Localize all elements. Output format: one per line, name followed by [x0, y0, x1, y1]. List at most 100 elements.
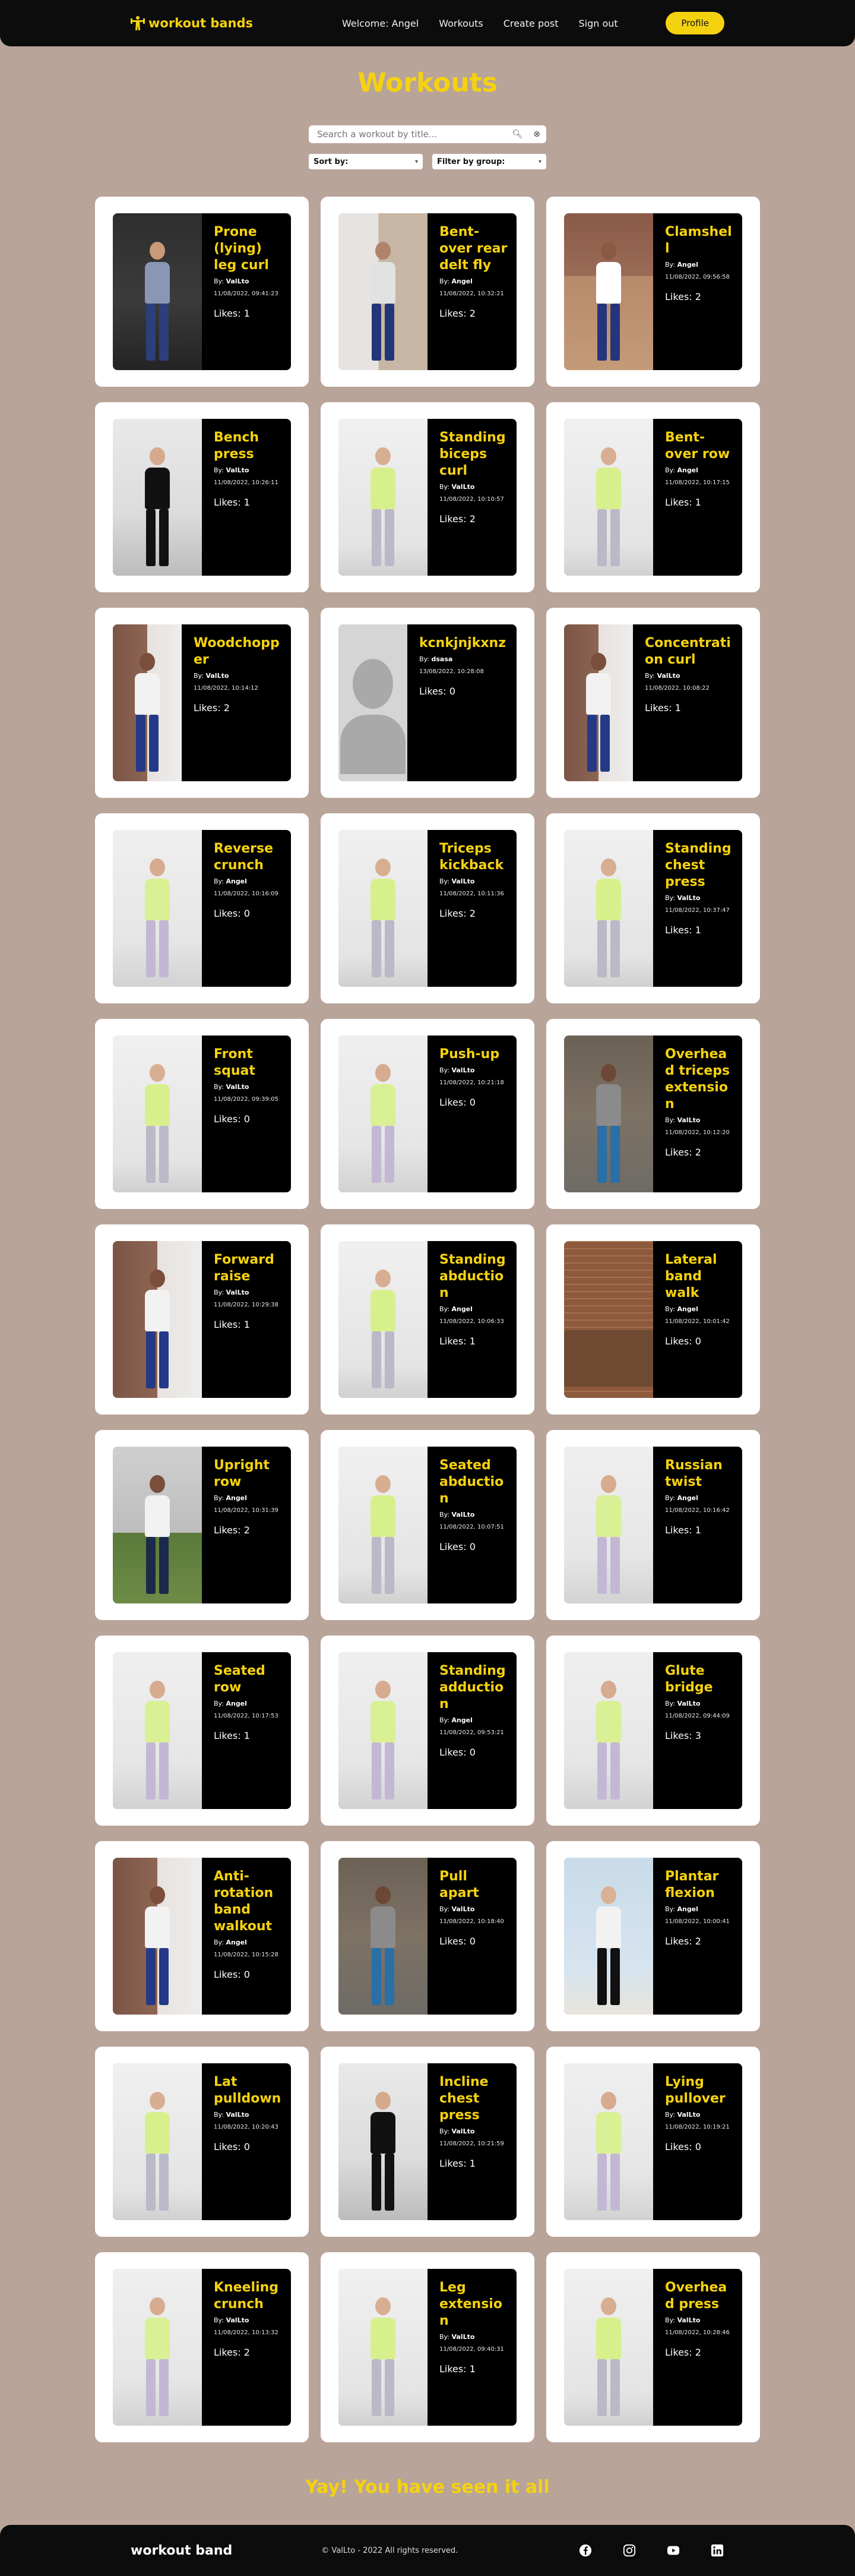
- author-name[interactable]: Angel: [677, 261, 698, 269]
- workout-title[interactable]: Leg extension: [439, 2280, 508, 2329]
- workout-card[interactable]: Concentration curl By: ValLto 11/08/2022…: [546, 608, 760, 798]
- author-name[interactable]: Angel: [226, 1939, 246, 1946]
- author-name[interactable]: Angel: [451, 1716, 472, 1724]
- workout-title[interactable]: Upright row: [214, 1457, 283, 1491]
- workout-title[interactable]: Forward raise: [214, 1252, 283, 1285]
- author-name[interactable]: Angel: [677, 1305, 698, 1313]
- youtube-icon[interactable]: [666, 2543, 680, 2558]
- workout-card[interactable]: Reverse crunch By: Angel 11/08/2022, 10:…: [95, 813, 309, 1003]
- workout-title[interactable]: Prone (lying) leg curl: [214, 224, 283, 274]
- author-name[interactable]: ValLto: [226, 2111, 249, 2119]
- workout-title[interactable]: Overhead press: [665, 2280, 734, 2313]
- workout-card[interactable]: Triceps kickback By: ValLto 11/08/2022, …: [321, 813, 534, 1003]
- author-name[interactable]: ValLto: [451, 877, 474, 885]
- workout-title[interactable]: Lateral band walk: [665, 1252, 734, 1302]
- workout-title[interactable]: Glute bridge: [665, 1663, 734, 1696]
- nav-workouts[interactable]: Workouts: [439, 18, 483, 29]
- nav-sign-out[interactable]: Sign out: [579, 18, 618, 29]
- profile-button[interactable]: Profile: [666, 12, 724, 34]
- workout-title[interactable]: Anti-rotation band walkout: [214, 1868, 283, 1935]
- author-name[interactable]: ValLto: [226, 277, 249, 285]
- workout-title[interactable]: Bent-over rear delt fly: [439, 224, 508, 274]
- clear-icon[interactable]: ⊗: [533, 130, 540, 139]
- author-name[interactable]: ValLto: [677, 1116, 700, 1124]
- workout-title[interactable]: Standing chest press: [665, 841, 734, 891]
- search-input[interactable]: [317, 129, 502, 140]
- author-name[interactable]: ValLto: [226, 1289, 249, 1296]
- author-name[interactable]: dsasa: [431, 655, 452, 663]
- workout-title[interactable]: Push-up: [439, 1046, 508, 1063]
- facebook-icon[interactable]: [578, 2543, 593, 2558]
- workout-card[interactable]: Russian twist By: Angel 11/08/2022, 10:1…: [546, 1430, 760, 1620]
- workout-card[interactable]: Plantar flexion By: Angel 11/08/2022, 10…: [546, 1841, 760, 2031]
- workout-title[interactable]: Standing abduction: [439, 1252, 508, 1302]
- group-filter-select[interactable]: Filter by group: ▾: [432, 154, 546, 169]
- workout-title[interactable]: Lat pulldown: [214, 2074, 283, 2107]
- workout-title[interactable]: Overhead triceps extension: [665, 1046, 734, 1113]
- workout-title[interactable]: Russian twist: [665, 1457, 734, 1491]
- author-name[interactable]: ValLto: [451, 1066, 474, 1074]
- author-name[interactable]: ValLto: [677, 2111, 700, 2119]
- author-name[interactable]: ValLto: [205, 672, 229, 680]
- workout-card[interactable]: Lying pullover By: ValLto 11/08/2022, 10…: [546, 2047, 760, 2237]
- workout-card[interactable]: Push-up By: ValLto 11/08/2022, 10:21:18 …: [321, 1019, 534, 1209]
- workout-title[interactable]: Clamshell: [665, 224, 734, 257]
- workout-title[interactable]: Triceps kickback: [439, 841, 508, 874]
- workout-title[interactable]: Bench press: [214, 430, 283, 463]
- author-name[interactable]: Angel: [677, 1494, 698, 1502]
- workout-card[interactable]: kcnkjnjkxnz By: dsasa 13/08/2022, 10:28:…: [321, 608, 534, 798]
- workout-card[interactable]: Glute bridge By: ValLto 11/08/2022, 09:4…: [546, 1636, 760, 1826]
- author-name[interactable]: ValLto: [657, 672, 680, 680]
- author-name[interactable]: ValLto: [451, 2127, 474, 2135]
- workout-card[interactable]: Lateral band walk By: Angel 11/08/2022, …: [546, 1224, 760, 1415]
- author-name[interactable]: Angel: [677, 466, 698, 474]
- author-name[interactable]: ValLto: [451, 1905, 474, 1913]
- author-name[interactable]: Angel: [226, 1700, 246, 1707]
- workout-title[interactable]: Seated abduction: [439, 1457, 508, 1507]
- workout-title[interactable]: Standing adduction: [439, 1663, 508, 1713]
- author-name[interactable]: ValLto: [226, 2316, 249, 2324]
- workout-title[interactable]: Seated row: [214, 1663, 283, 1696]
- workout-title[interactable]: Plantar flexion: [665, 1868, 734, 1902]
- nav-create-post[interactable]: Create post: [504, 18, 559, 29]
- workout-card[interactable]: Seated row By: Angel 11/08/2022, 10:17:5…: [95, 1636, 309, 1826]
- workout-card[interactable]: Seated abduction By: ValLto 11/08/2022, …: [321, 1430, 534, 1620]
- author-name[interactable]: ValLto: [451, 2333, 474, 2341]
- workout-card[interactable]: Prone (lying) leg curl By: ValLto 11/08/…: [95, 197, 309, 387]
- linkedin-icon[interactable]: [710, 2543, 724, 2558]
- workout-card[interactable]: Woodchopper By: ValLto 11/08/2022, 10:14…: [95, 608, 309, 798]
- workout-card[interactable]: Bent-over rear delt fly By: Angel 11/08/…: [321, 197, 534, 387]
- workout-title[interactable]: kcnkjnjkxnz: [419, 635, 508, 652]
- author-name[interactable]: ValLto: [226, 1083, 249, 1091]
- author-name[interactable]: Angel: [226, 877, 246, 885]
- author-name[interactable]: Angel: [451, 1305, 472, 1313]
- workout-title[interactable]: Reverse crunch: [214, 841, 283, 874]
- workout-card[interactable]: Kneeling crunch By: ValLto 11/08/2022, 1…: [95, 2252, 309, 2442]
- workout-card[interactable]: Front squat By: ValLto 11/08/2022, 09:39…: [95, 1019, 309, 1209]
- workout-card[interactable]: Forward raise By: ValLto 11/08/2022, 10:…: [95, 1224, 309, 1415]
- instagram-icon[interactable]: [622, 2543, 636, 2558]
- workout-card[interactable]: Bench press By: ValLto 11/08/2022, 10:26…: [95, 402, 309, 592]
- author-name[interactable]: Angel: [677, 1905, 698, 1913]
- workout-card[interactable]: Standing adduction By: Angel 11/08/2022,…: [321, 1636, 534, 1826]
- workout-card[interactable]: Lat pulldown By: ValLto 11/08/2022, 10:2…: [95, 2047, 309, 2237]
- workout-title[interactable]: Bent-over row: [665, 430, 734, 463]
- workout-card[interactable]: Pull apart By: ValLto 11/08/2022, 10:18:…: [321, 1841, 534, 2031]
- brand-logo[interactable]: workout bands: [131, 15, 253, 31]
- workout-card[interactable]: Upright row By: Angel 11/08/2022, 10:31:…: [95, 1430, 309, 1620]
- author-name[interactable]: ValLto: [451, 483, 474, 491]
- workout-title[interactable]: Concentration curl: [645, 635, 734, 668]
- workout-title[interactable]: Kneeling crunch: [214, 2280, 283, 2313]
- author-name[interactable]: Angel: [226, 1494, 246, 1502]
- author-name[interactable]: ValLto: [451, 1511, 474, 1519]
- author-name[interactable]: Angel: [451, 277, 472, 285]
- workout-title[interactable]: Incline chest press: [439, 2074, 508, 2124]
- author-name[interactable]: ValLto: [677, 1700, 700, 1707]
- workout-title[interactable]: Woodchopper: [194, 635, 283, 668]
- author-name[interactable]: ValLto: [226, 466, 249, 474]
- author-name[interactable]: ValLto: [677, 2316, 700, 2324]
- workout-title[interactable]: Lying pullover: [665, 2074, 734, 2107]
- workout-card[interactable]: Standing chest press By: ValLto 11/08/20…: [546, 813, 760, 1003]
- workout-card[interactable]: Standing biceps curl By: ValLto 11/08/20…: [321, 402, 534, 592]
- author-name[interactable]: ValLto: [677, 894, 700, 902]
